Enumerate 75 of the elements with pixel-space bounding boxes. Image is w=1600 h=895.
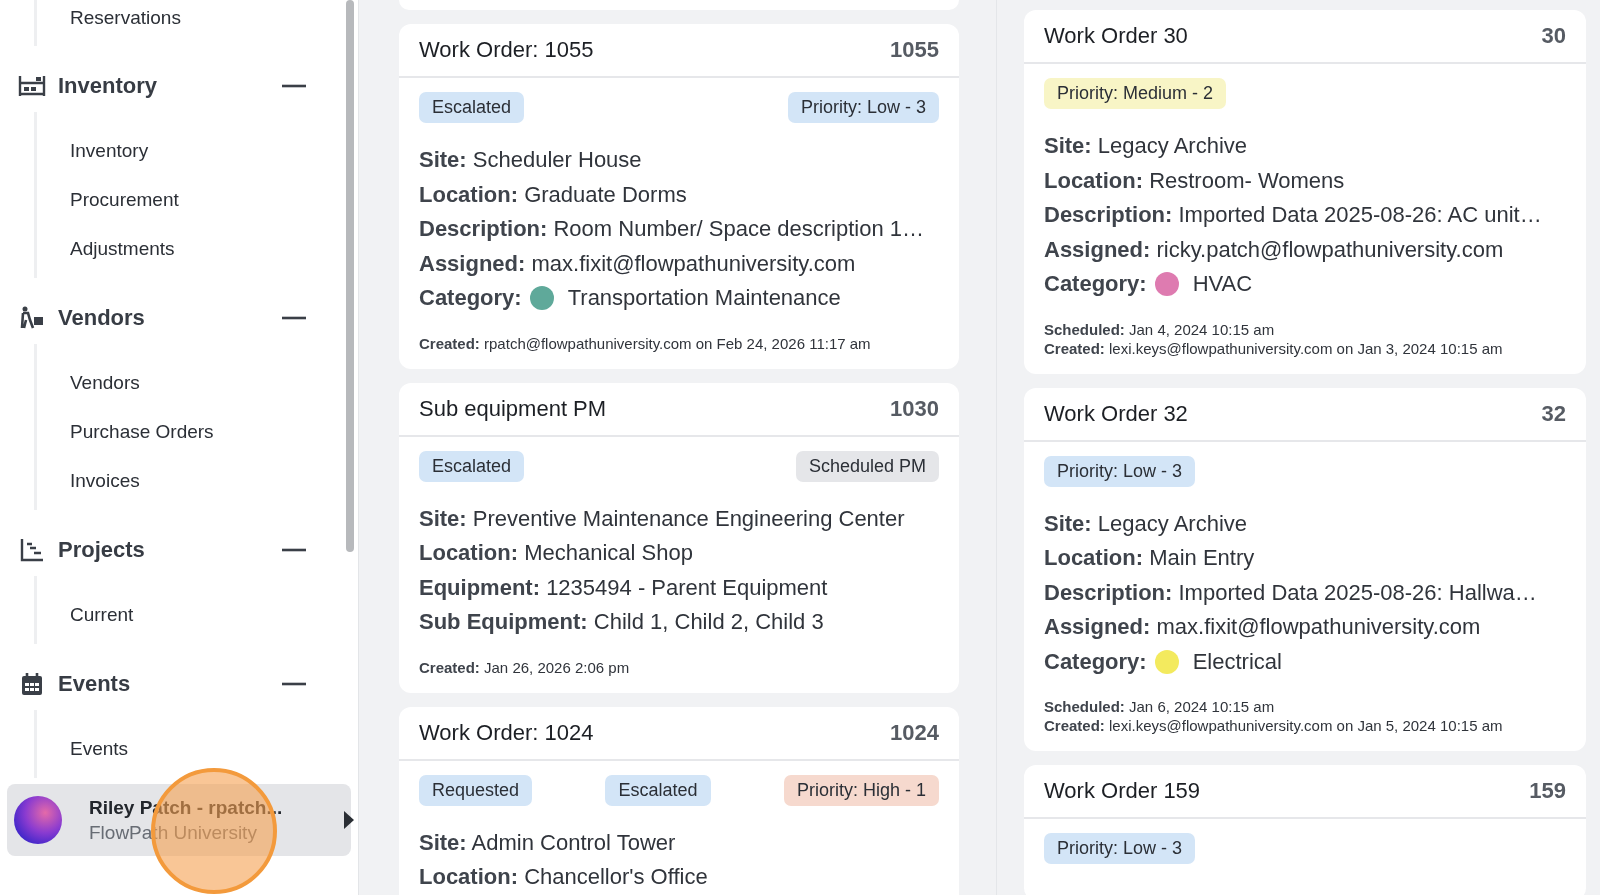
field-text: Description: Imported Data 2025-08-26: AC unit… bbox=[1044, 201, 1542, 229]
sidebar-item[interactable]: Inventory bbox=[37, 126, 342, 175]
field-text: Location: Main Entry bbox=[1044, 544, 1255, 572]
sidebar-item[interactable]: Invoices bbox=[37, 456, 342, 505]
field-text: Location: Mechanical Shop bbox=[419, 539, 693, 567]
sidebar-section-title[interactable]: Events bbox=[58, 671, 282, 697]
sidebar-section-title[interactable]: Vendors bbox=[58, 305, 282, 331]
field-text: Assigned: ricky.patch@flowpathuniversity.com bbox=[1044, 235, 1504, 264]
field-text: Location: Graduate Dorms bbox=[419, 180, 687, 209]
status-tag: Requested bbox=[419, 774, 533, 806]
field-label: Category: bbox=[1044, 270, 1147, 298]
field-text: Site: Preventive Maintenance Engineering Center bbox=[419, 504, 905, 533]
field-text: Description: Room Number/ Space description 1… bbox=[419, 215, 924, 243]
field-text: Site: Scheduler House bbox=[419, 146, 642, 174]
work-order-number: 1024 bbox=[890, 719, 939, 746]
field-value: Transportation Maintenance bbox=[567, 284, 841, 312]
card-title: Work Order: 1055 bbox=[419, 37, 594, 63]
meta-text: Created: Jan 26, 2026 2:06 pm bbox=[419, 657, 631, 677]
field-value: Electrical bbox=[1192, 647, 1282, 676]
sidebar-section-title[interactable]: Projects bbox=[58, 537, 282, 563]
work-order-number: 159 bbox=[1529, 778, 1566, 804]
work-order-card[interactable] bbox=[1024, 10, 1586, 374]
sidebar-item[interactable]: Vendors bbox=[37, 358, 342, 407]
status-tag: Priority: Low - 3 bbox=[1044, 455, 1196, 487]
status-tag: Priority: High - 1 bbox=[783, 774, 939, 806]
field-value: HVAC bbox=[1192, 270, 1253, 298]
work-order-number: 30 bbox=[1541, 23, 1566, 49]
sidebar-item[interactable]: Purchase Orders bbox=[37, 407, 342, 456]
field-label: Category: bbox=[1044, 647, 1147, 676]
field-text: Assigned: max.fixit@flowpathuniversity.com bbox=[419, 249, 856, 278]
scrollbar[interactable] bbox=[346, 0, 354, 552]
card-title: Work Order 32 bbox=[1044, 400, 1188, 427]
field-text: Location: Restroom- Womens bbox=[1044, 166, 1345, 195]
meta-text: Created: rpatch@flowpathuniversity.com on Feb 24, 2026 11:17 am bbox=[419, 333, 872, 353]
sidebar-item[interactable]: Current bbox=[37, 590, 342, 639]
sidebar-item[interactable]: Events bbox=[37, 724, 342, 773]
status-tag: Scheduled PM bbox=[795, 450, 939, 482]
card-title: Work Order: 1024 bbox=[419, 719, 594, 746]
card-title: Work Order 30 bbox=[1044, 23, 1188, 49]
field-text: Equipment: 1235494 - Parent Equipment bbox=[419, 573, 828, 602]
meta-text: Created: lexi.keys@flowpathuniversity.com on Jan 5, 2024 10:15 am bbox=[1044, 716, 1504, 735]
field-text: Location: Chancellor's Office bbox=[419, 863, 708, 891]
field-text: Site: Legacy Archive bbox=[1044, 132, 1247, 160]
work-order-number: 1030 bbox=[890, 395, 939, 422]
status-tag: Escalated bbox=[605, 774, 711, 806]
card-title: Sub equipment PM bbox=[419, 395, 607, 422]
field-text: Description: Imported Data 2025-08-26: Hallwa… bbox=[1044, 578, 1537, 607]
chart-icon bbox=[18, 536, 46, 564]
field-label: Category: bbox=[419, 284, 522, 312]
status-tag: Priority: Medium - 2 bbox=[1044, 78, 1227, 109]
status-tag: Priority: Low - 3 bbox=[1044, 833, 1196, 864]
field-text: Site: Admin Control Tower bbox=[419, 828, 676, 857]
work-order-card[interactable] bbox=[399, 382, 959, 693]
avatar bbox=[14, 796, 62, 844]
status-tag: Escalated bbox=[419, 450, 525, 482]
work-order-card[interactable] bbox=[399, 24, 959, 369]
field-text: Sub Equipment: Child 1, Child 2, Child 3 bbox=[419, 608, 824, 636]
field-text: Assigned: max.fixit@flowpathuniversity.com bbox=[1044, 613, 1481, 641]
sidebar-item[interactable]: Procurement bbox=[37, 175, 342, 224]
caret-icon[interactable] bbox=[343, 810, 355, 830]
meta-text: Created: lexi.keys@flowpathuniversity.com on Jan 3, 2024 10:15 am bbox=[1044, 338, 1504, 358]
card-title: Work Order 159 bbox=[1044, 778, 1201, 804]
status-tag: Priority: Low - 3 bbox=[787, 92, 939, 123]
status-tag: Escalated bbox=[419, 92, 525, 123]
sidebar-section-title[interactable]: Inventory bbox=[58, 73, 282, 99]
work-order-number: 32 bbox=[1541, 400, 1566, 427]
work-order-number: 1055 bbox=[890, 37, 939, 63]
sidebar-item[interactable]: Reservations bbox=[37, 0, 342, 36]
work-order-card[interactable]: Work Order: 1024 1024 Requested Escalated Priority: High - 1 Site: Admin Control Tower Location: Chancellor's Office bbox=[399, 706, 959, 895]
meta-text: Scheduled: Jan 4, 2024 10:15 am bbox=[1044, 319, 1276, 339]
work-order-card[interactable]: Work Order 159 159 Priority: Low - 3 bbox=[1024, 765, 1586, 895]
sidebar-item[interactable]: Adjustments bbox=[37, 224, 342, 273]
work-order-card[interactable] bbox=[1024, 387, 1586, 751]
field-text: Site: Legacy Archive bbox=[1044, 509, 1247, 538]
meta-text: Scheduled: Jan 6, 2024 10:15 am bbox=[1044, 697, 1276, 716]
